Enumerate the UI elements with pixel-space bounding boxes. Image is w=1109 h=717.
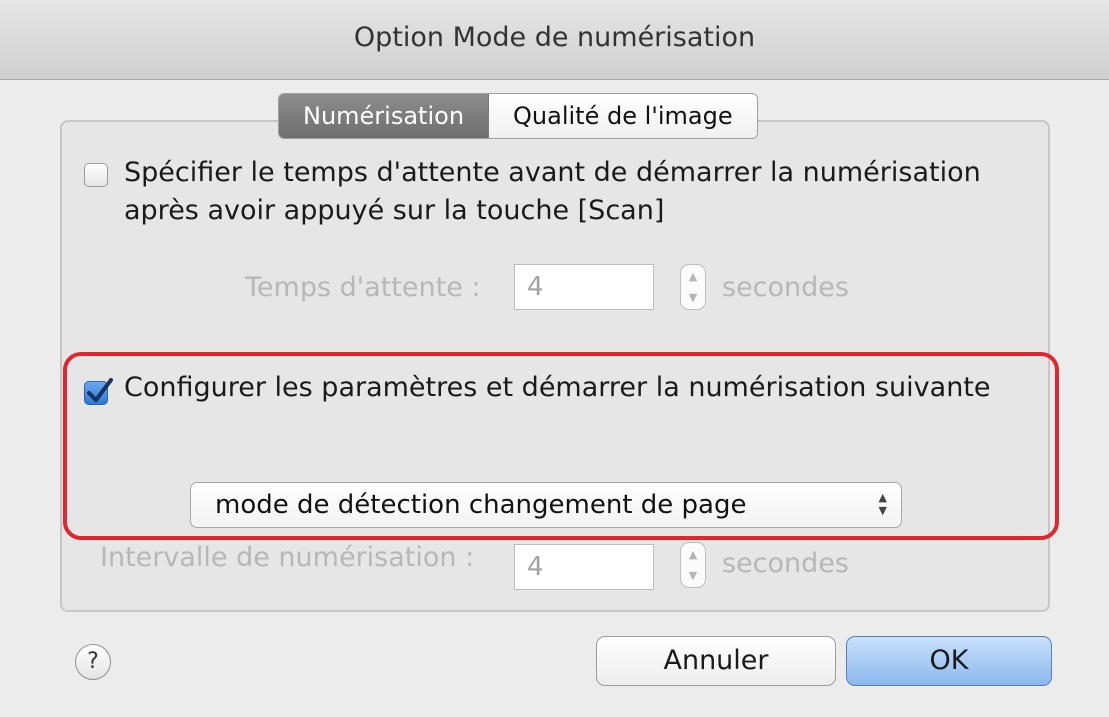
window-title: Option Mode de numérisation — [353, 22, 756, 53]
popup-arrows-icon: ▲ ▼ — [878, 491, 887, 517]
stepper-down-icon[interactable]: ▼ — [681, 291, 705, 304]
cancel-button[interactable]: Annuler — [596, 636, 836, 686]
wait-time-checkbox[interactable] — [84, 163, 108, 187]
next-scan-checkbox-label: Configurer les paramètres et démarrer la… — [124, 372, 991, 403]
wait-time-label: Temps d'attente : — [245, 272, 481, 303]
interval-label: Intervalle de numérisation : — [100, 542, 475, 573]
interval-unit: secondes — [722, 548, 849, 579]
scan-mode-select[interactable]: mode de détection changement de page ▲ ▼ — [190, 482, 902, 528]
stepper-down-icon[interactable]: ▼ — [681, 569, 705, 582]
wait-time-input[interactable]: 4 — [514, 264, 654, 310]
tab-qualite-image[interactable]: Qualité de l'image — [489, 94, 757, 138]
checkmark-icon — [87, 378, 113, 402]
wait-time-checkbox-label: Spécifier le temps d'attente avant de dé… — [124, 157, 981, 226]
scan-mode-value: mode de détection changement de page — [215, 490, 747, 520]
tab-numerisation[interactable]: Numérisation — [279, 94, 490, 138]
wait-time-unit: secondes — [722, 272, 849, 303]
help-button[interactable]: ? — [75, 644, 111, 680]
interval-stepper[interactable]: ▲ ▼ — [680, 542, 706, 588]
interval-input[interactable]: 4 — [514, 544, 654, 590]
wait-time-stepper[interactable]: ▲ ▼ — [680, 264, 706, 310]
title-bar: Option Mode de numérisation — [0, 0, 1109, 80]
stepper-up-icon[interactable]: ▲ — [681, 548, 705, 561]
tab-bar: Numérisation Qualité de l'image — [278, 93, 758, 139]
stepper-up-icon[interactable]: ▲ — [681, 270, 705, 283]
ok-button[interactable]: OK — [846, 636, 1052, 686]
next-scan-checkbox[interactable] — [84, 378, 113, 405]
